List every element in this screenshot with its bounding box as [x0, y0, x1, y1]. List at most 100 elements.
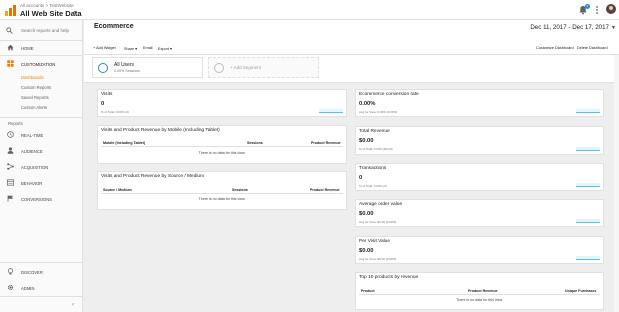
- sparkline: [576, 109, 600, 113]
- table-column-header[interactable]: Product: [361, 289, 375, 293]
- nav-conversions[interactable]: CONVERSIONS: [0, 193, 83, 205]
- nav-audience[interactable]: AUDIENCE: [0, 145, 83, 157]
- date-range-picker[interactable]: Dec 11, 2017 - Dec 17, 2017: [530, 24, 609, 31]
- lightbulb-icon: [7, 268, 14, 275]
- behavior-icon: [7, 179, 14, 186]
- home-icon: [7, 44, 14, 51]
- add-segment-label: + Add Segment: [230, 65, 261, 70]
- widget-value: $0.00: [359, 211, 374, 217]
- table-column-header[interactable]: Sessions: [247, 141, 263, 145]
- divider: [0, 296, 83, 297]
- table-column-header[interactable]: Product Revenue: [310, 188, 340, 192]
- person-icon: [7, 147, 14, 154]
- sub-item-saved-reports[interactable]: Saved Reports: [21, 95, 49, 100]
- add-segment-button[interactable]: + Add Segment: [208, 57, 319, 78]
- nav-home[interactable]: HOME: [0, 42, 83, 54]
- segment-all-users[interactable]: All Users 0.00% Sessions: [92, 57, 203, 78]
- sub-item-custom-reports[interactable]: Custom Reports: [21, 85, 51, 90]
- analytics-logo-icon[interactable]: [5, 5, 16, 16]
- widget-value: $0.00: [359, 248, 374, 254]
- page-title: Ecommerce: [94, 23, 134, 30]
- add-widget-button[interactable]: + Add Widget: [93, 46, 116, 50]
- widget-title: Total Revenue: [359, 129, 390, 134]
- table-column-header[interactable]: Product Revenue: [468, 289, 498, 293]
- widget-visits: Visits 0 % of Total: 0.00% (0): [97, 89, 347, 117]
- divider: [0, 55, 83, 56]
- table-column-header[interactable]: Unique Purchases: [565, 289, 596, 293]
- collapse-sidebar-icon[interactable]: ‹: [72, 302, 74, 308]
- nav-real-time[interactable]: REAL-TIME: [0, 129, 83, 141]
- sidebar: Search reports and help HOME CUSTOMIZATI…: [0, 20, 83, 312]
- widget-value: 0: [359, 175, 363, 181]
- widget-subtext: % of Total: 0.00% (0): [359, 184, 387, 188]
- divider: [0, 117, 83, 118]
- widget-value: $0.00: [359, 138, 374, 144]
- table-column-header[interactable]: Sessions: [232, 188, 248, 192]
- widget-subtext: Avg for View: 0.00% (0.00%): [359, 110, 398, 114]
- nav-customization-label: CUSTOMIZATION: [21, 61, 56, 67]
- sparkline: [576, 147, 600, 151]
- avatar[interactable]: [606, 4, 616, 14]
- search-icon: [6, 27, 13, 34]
- segment-indicator: [214, 63, 224, 73]
- widget-title: Per Visit Value: [359, 239, 391, 244]
- widget-subtext: % of Total: 0.00% (0): [101, 110, 129, 114]
- nav-acquisition[interactable]: ACQUISITION: [0, 161, 83, 173]
- sub-item-custom-alerts[interactable]: Custom Alerts: [21, 105, 47, 110]
- chevron-down-icon[interactable]: ▼: [611, 25, 616, 31]
- table-header: Mobile (Including Tablet) Sessions Produ…: [101, 139, 343, 147]
- segment-bar: All Users 0.00% Sessions + Add Segment: [84, 55, 619, 83]
- widget-title: Visits and Product Revenue by Mobile (In…: [101, 128, 220, 133]
- nav-discover[interactable]: DISCOVER: [0, 266, 83, 278]
- widget-subtext: Avg for View: $0.00 (0.00%): [359, 257, 397, 261]
- widget-subtext: Avg for View: $0.00 (0.00%): [359, 220, 397, 224]
- acquisition-icon: [7, 163, 14, 170]
- more-vert-icon[interactable]: [592, 5, 602, 15]
- segment-sessions: 0.00% Sessions: [114, 69, 140, 73]
- table-column-header[interactable]: Product Revenue: [311, 141, 341, 145]
- customize-dashboard-button[interactable]: Customize Dashboard: [536, 46, 574, 50]
- widget-title: Average order value: [359, 202, 403, 207]
- notification-badge: 1: [585, 4, 590, 9]
- widget-title: Ecommerce conversion rate: [359, 92, 419, 97]
- nav-behavior[interactable]: BEHAVIOR: [0, 177, 83, 189]
- nav-audience-label: AUDIENCE: [21, 148, 43, 154]
- widget-transactions: Transactions 0 % of Total: 0.00% (0): [355, 163, 604, 191]
- nav-admin[interactable]: ADMIN: [0, 282, 83, 294]
- delete-dashboard-button[interactable]: Delete Dashboard: [577, 46, 608, 50]
- sub-item-dashboards[interactable]: Dashboards: [21, 75, 44, 80]
- customization-grid-icon: [7, 60, 14, 67]
- gear-icon: [7, 284, 14, 291]
- export-button[interactable]: Export ▾: [158, 46, 172, 51]
- email-button[interactable]: Email: [143, 46, 153, 50]
- nav-acquisition-label: ACQUISITION: [21, 164, 49, 170]
- widget-source-table: Visits and Product Revenue by Source / M…: [97, 171, 347, 210]
- top-bar: All accounts > TestWebsite All Web Site …: [0, 0, 619, 20]
- widget-title: Top 10 products by revenue: [359, 275, 419, 280]
- dashboard-header: Ecommerce Dec 11, 2017 - Dec 17, 2017 ▼ …: [84, 20, 619, 55]
- table-column-header[interactable]: Source / Medium: [103, 188, 132, 192]
- nav-customization[interactable]: CUSTOMIZATION: [0, 58, 83, 70]
- nav-behavior-label: BEHAVIOR: [21, 180, 43, 186]
- flag-icon: [7, 195, 13, 202]
- empty-table-message: There is no data for this view.: [198, 151, 246, 155]
- table-column-header[interactable]: Mobile (Including Tablet): [103, 141, 145, 145]
- account-breadcrumb[interactable]: All accounts > TestWebsite: [20, 3, 74, 8]
- nav-conversions-label: CONVERSIONS: [21, 196, 52, 202]
- share-button[interactable]: Share ▾: [124, 46, 137, 51]
- sparkline: [576, 219, 600, 223]
- nav-home-label: HOME: [21, 45, 34, 51]
- table-header: Source / Medium Sessions Product Revenue: [101, 186, 343, 194]
- empty-table-message: There is no data for this view.: [456, 298, 503, 302]
- sparkline: [319, 109, 343, 113]
- nav-real-time-label: REAL-TIME: [21, 132, 44, 138]
- widget-mobile-table: Visits and Product Revenue by Mobile (In…: [97, 125, 347, 164]
- divider: [0, 40, 83, 41]
- widget-value: 0.00%: [359, 101, 376, 107]
- widget-average-order-value: Average order value $0.00 Avg for View: …: [355, 199, 604, 227]
- scrollbar[interactable]: [614, 55, 619, 312]
- segment-name: All Users: [114, 62, 135, 68]
- divider: [0, 262, 83, 263]
- search-input[interactable]: Search reports and help: [0, 24, 83, 38]
- chevron-down-icon[interactable]: ▼: [73, 10, 78, 16]
